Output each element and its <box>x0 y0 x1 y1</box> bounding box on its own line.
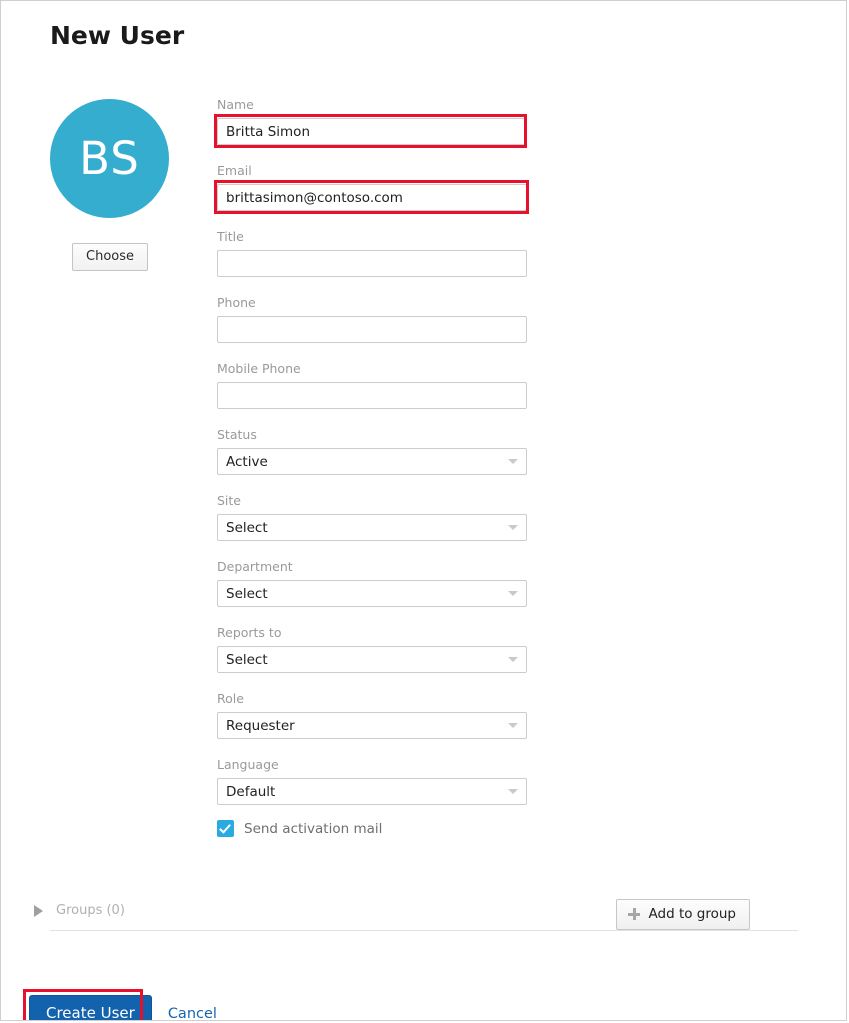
cancel-link[interactable]: Cancel <box>168 1006 217 1021</box>
label-language: Language <box>217 757 279 772</box>
label-mobile-phone: Mobile Phone <box>217 361 301 376</box>
send-activation-mail-checkbox[interactable] <box>217 820 234 837</box>
field-status: Status Active <box>217 427 529 475</box>
site-select[interactable]: Select <box>217 514 527 541</box>
language-select[interactable]: Default <box>217 778 527 805</box>
language-select-value[interactable]: Default <box>217 778 527 805</box>
title-input[interactable] <box>217 250 527 277</box>
add-to-group-label: Add to group <box>648 906 736 922</box>
label-department: Department <box>217 559 293 574</box>
label-status: Status <box>217 427 257 442</box>
add-to-group-button[interactable]: Add to group <box>615 899 750 930</box>
label-site: Site <box>217 493 241 508</box>
plus-icon <box>627 908 640 920</box>
field-mobile-phone: Mobile Phone <box>217 361 529 409</box>
label-role: Role <box>217 691 244 706</box>
choose-avatar-button[interactable]: Choose <box>72 243 148 271</box>
reports-to-select-value[interactable]: Select <box>217 646 527 673</box>
field-language: Language Default <box>217 757 529 805</box>
email-input[interactable] <box>217 184 527 211</box>
name-input[interactable] <box>217 118 527 145</box>
label-phone: Phone <box>217 295 256 310</box>
form-footer: Create User Cancel <box>29 995 217 1021</box>
status-select[interactable]: Active <box>217 448 527 475</box>
send-activation-mail-row[interactable]: Send activation mail <box>217 820 382 837</box>
field-title: Title <box>217 229 529 277</box>
groups-section: Groups (0) Add to group <box>34 899 796 930</box>
site-select-value[interactable]: Select <box>217 514 527 541</box>
field-department: Department Select <box>217 559 529 607</box>
field-site: Site Select <box>217 493 529 541</box>
field-role: Role Requester <box>217 691 529 739</box>
reports-to-select[interactable]: Select <box>217 646 527 673</box>
send-activation-mail-label: Send activation mail <box>244 820 383 837</box>
user-form: Name Email Title Phone Mobile Phone Stat… <box>217 97 529 823</box>
avatar-column: BS Choose <box>50 99 170 271</box>
field-phone: Phone <box>217 295 529 343</box>
department-select[interactable]: Select <box>217 580 527 607</box>
avatar: BS <box>50 99 169 218</box>
phone-input[interactable] <box>217 316 527 343</box>
groups-divider <box>50 930 798 931</box>
groups-label: Groups (0) <box>56 903 125 918</box>
label-reports-to: Reports to <box>217 625 282 640</box>
department-select-value[interactable]: Select <box>217 580 527 607</box>
field-email: Email <box>217 163 529 211</box>
groups-expand-toggle[interactable]: Groups (0) <box>34 903 125 918</box>
role-select-value[interactable]: Requester <box>217 712 527 739</box>
label-email: Email <box>217 163 252 178</box>
caret-right-icon <box>34 904 43 917</box>
page-title: New User <box>50 21 185 50</box>
label-title: Title <box>217 229 244 244</box>
status-select-value[interactable]: Active <box>217 448 527 475</box>
field-reports-to: Reports to Select <box>217 625 529 673</box>
field-name: Name <box>217 97 529 145</box>
label-name: Name <box>217 97 254 112</box>
role-select[interactable]: Requester <box>217 712 527 739</box>
new-user-page: New User BS Choose Name Email Title Phon… <box>0 0 847 1021</box>
create-user-button[interactable]: Create User <box>29 995 152 1020</box>
mobile-phone-input[interactable] <box>217 382 527 409</box>
